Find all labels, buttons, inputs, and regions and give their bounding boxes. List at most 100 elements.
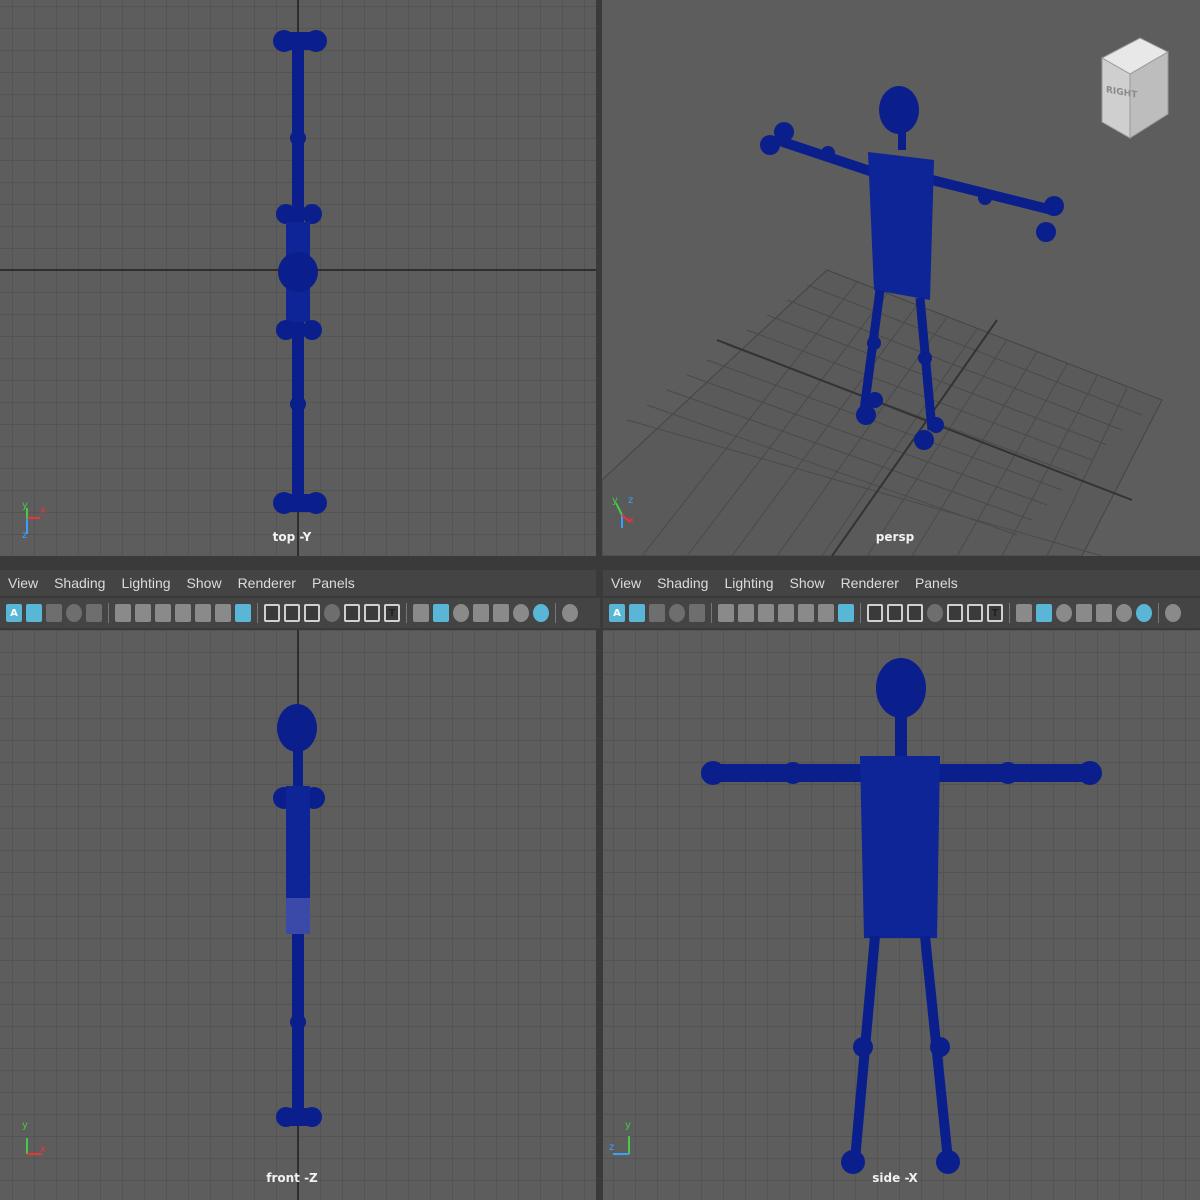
panel-toolbar-side: A T [603,598,1200,628]
panel-toolbar-front: A T [0,598,600,628]
bookmarks-icon[interactable] [669,604,685,622]
toolbar-separator [1009,603,1010,623]
gate-mask-icon[interactable] [324,604,340,622]
default-material-icon[interactable] [453,604,469,622]
film-gate-icon[interactable] [887,604,903,622]
menu-renderer[interactable]: Renderer [833,575,907,591]
select-all-icon[interactable]: A [6,604,22,622]
axis-label-y: y [625,1120,631,1131]
viewport-front-canvas [0,630,596,1200]
viewport-label: front -Z [266,1171,318,1185]
xray-icon[interactable] [473,604,489,622]
menu-view[interactable]: View [603,575,649,591]
axis-label-z: z [628,495,634,506]
resolution-gate-icon[interactable] [304,604,320,622]
menu-show[interactable]: Show [179,575,230,591]
gate-mask-icon[interactable] [927,604,943,622]
pencil-icon[interactable] [235,604,251,622]
toolbar-separator [1158,603,1159,623]
menu-lighting[interactable]: Lighting [716,575,781,591]
toolbar-separator [257,603,258,623]
default-material-icon[interactable] [1056,604,1072,622]
pan-icon[interactable] [195,604,211,622]
camera-tumble-icon[interactable] [758,604,774,622]
menu-panels[interactable]: Panels [907,575,966,591]
toolbar-separator [555,603,556,623]
toolbar-separator [406,603,407,623]
menu-shading[interactable]: Shading [649,575,716,591]
wireframe-icon[interactable] [413,604,429,622]
safe-title-icon[interactable]: T [384,604,400,622]
camera-attributes-icon[interactable] [46,604,62,622]
safe-title-icon[interactable]: T [987,604,1003,622]
bookmark-icon[interactable] [778,604,794,622]
isolate-icon[interactable] [562,604,578,622]
camera-icon[interactable] [115,604,131,622]
camera-icon[interactable] [718,604,734,622]
viewport-label: side -X [872,1171,918,1185]
field-chart-icon[interactable] [344,604,360,622]
track-icon[interactable] [215,604,231,622]
film-gate-icon[interactable] [284,604,300,622]
pencil-icon[interactable] [838,604,854,622]
axis-label-y: y [22,1120,28,1131]
toolbar-separator [860,603,861,623]
camera-tumble-icon[interactable] [155,604,171,622]
pan-icon[interactable] [798,604,814,622]
select-camera-icon[interactable] [26,604,42,622]
grid-icon[interactable] [264,604,280,622]
resolution-gate-icon[interactable] [907,604,923,622]
safe-action-icon[interactable] [364,604,380,622]
toolbar-separator [108,603,109,623]
viewport-label: persp [875,530,915,544]
smooth-shade-icon[interactable] [1036,604,1052,622]
panel-menubar-front: View Shading Lighting Show Renderer Pane… [0,570,596,596]
camera-move-icon[interactable] [135,604,151,622]
bookmarks-icon[interactable] [66,604,82,622]
viewport-top[interactable]: y x z top -Y [0,0,596,556]
axis-label-x: x [628,515,634,526]
axis-label-z: z [22,530,28,541]
viewport-persp-canvas [602,37,1170,556]
viewport-side[interactable]: y z side -X [603,630,1200,1200]
shadows-icon[interactable] [533,604,549,622]
camera-attributes-icon[interactable] [649,604,665,622]
panel-menubar-side: View Shading Lighting Show Renderer Pane… [603,570,1200,596]
bookmark-icon[interactable] [175,604,191,622]
menu-show[interactable]: Show [782,575,833,591]
viewport-label: top -Y [272,530,312,544]
menu-renderer[interactable]: Renderer [230,575,304,591]
menu-lighting[interactable]: Lighting [113,575,178,591]
axis-label-y: y [22,500,28,511]
axis-label-x: x [40,505,46,516]
viewport-front[interactable]: y x front -Z [0,630,596,1200]
shadows-icon[interactable] [1136,604,1152,622]
lights-icon[interactable] [513,604,529,622]
select-camera-icon[interactable] [629,604,645,622]
toolbar-separator [711,603,712,623]
axis-label-x: x [40,1144,46,1155]
perspective-grid [602,269,1163,556]
xray-icon[interactable] [1076,604,1092,622]
smooth-shade-icon[interactable] [433,604,449,622]
axis-label-z: z [609,1142,615,1153]
image-plane-icon[interactable] [689,604,705,622]
wireframe-icon[interactable] [1016,604,1032,622]
camera-move-icon[interactable] [738,604,754,622]
image-plane-icon[interactable] [86,604,102,622]
menu-shading[interactable]: Shading [46,575,113,591]
viewport-top-canvas [0,0,596,556]
menu-view[interactable]: View [0,575,46,591]
select-all-icon[interactable]: A [609,604,625,622]
lights-icon[interactable] [1116,604,1132,622]
viewport-side-canvas [603,630,1200,1200]
grid-icon[interactable] [867,604,883,622]
isolate-icon[interactable] [1165,604,1181,622]
checker-icon[interactable] [493,604,509,622]
track-icon[interactable] [818,604,834,622]
safe-action-icon[interactable] [967,604,983,622]
viewport-persp[interactable]: RIGHT z y x persp [602,0,1200,556]
checker-icon[interactable] [1096,604,1112,622]
field-chart-icon[interactable] [947,604,963,622]
menu-panels[interactable]: Panels [304,575,363,591]
